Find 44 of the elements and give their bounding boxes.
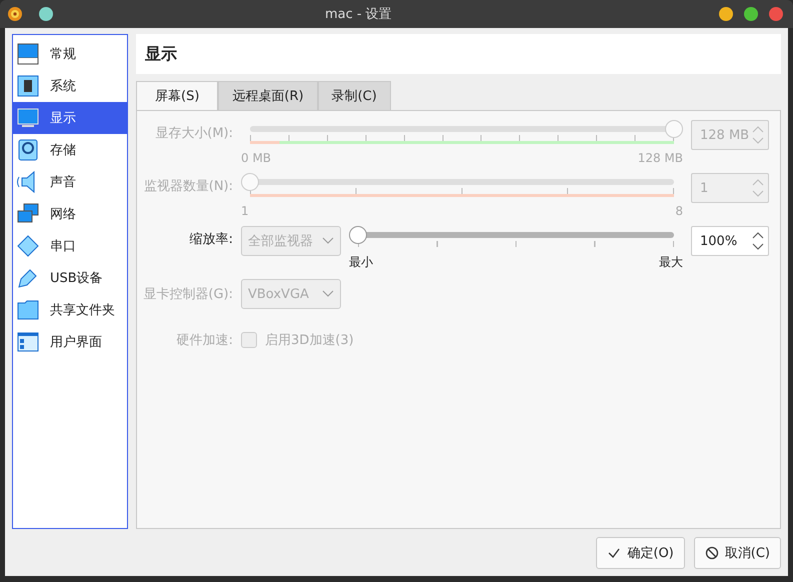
field-label: 显卡控制器(G): [143,286,233,303]
min-label: 最小 [349,254,373,271]
max-label: 最大 [659,254,683,271]
sidebar-item[interactable]: 系统 [13,70,127,102]
spin-arrows-icon [752,125,764,145]
sidebar-item[interactable]: 网络 [13,198,127,230]
cancel-button[interactable]: 取消(C) [694,537,781,569]
spin-box[interactable]: 100% [691,226,769,256]
caret-icon [322,237,334,245]
display-icon [16,106,40,130]
sidebar-item[interactable]: 共享文件夹 [13,294,127,326]
sidebar-item[interactable]: USB设备 [13,262,127,294]
cancel-icon [704,546,719,560]
min-label: 0 MB [241,151,272,165]
window-title: mac - 设置 [325,6,392,23]
sidebar-item[interactable]: 用户界面 [13,326,127,358]
tab[interactable]: 录制(C) [318,81,391,110]
tab[interactable]: 远程桌面(R) [218,81,318,110]
ok-button[interactable]: 确定(O) [596,537,685,569]
sidebar-item[interactable]: 存储 [13,134,127,166]
max-label: 128 MB [638,151,683,165]
field-label: 缩放率: [188,231,233,248]
max-label: 8 [675,204,683,218]
pin-button[interactable] [39,7,53,21]
page-title: 显示 [145,44,177,64]
tab[interactable]: 屏幕(S) [136,81,218,110]
slider-handle[interactable] [349,226,367,244]
field-label: 监视器数量(N): [143,178,233,195]
min-label: 1 [241,204,249,218]
close-button[interactable] [769,7,783,21]
caret-icon [322,290,334,298]
sidebar-item[interactable]: 串口 [13,230,127,262]
field-label: 显存大小(M): [154,125,233,142]
maximize-button[interactable] [744,7,758,21]
sidebar-item[interactable]: 显示 [13,102,127,134]
checkbox-label: 启用3D加速(3) [265,332,354,349]
folder-icon [16,298,40,322]
field-label: 硬件加速: [176,332,233,349]
sidebar-item[interactable]: 声音 [13,166,127,198]
spin-arrows-icon [752,178,764,198]
sidebar-item[interactable]: 常规 [13,38,127,70]
checkmark-icon [607,546,622,560]
spin-arrows-icon [752,231,764,251]
minimize-button[interactable] [719,7,733,21]
